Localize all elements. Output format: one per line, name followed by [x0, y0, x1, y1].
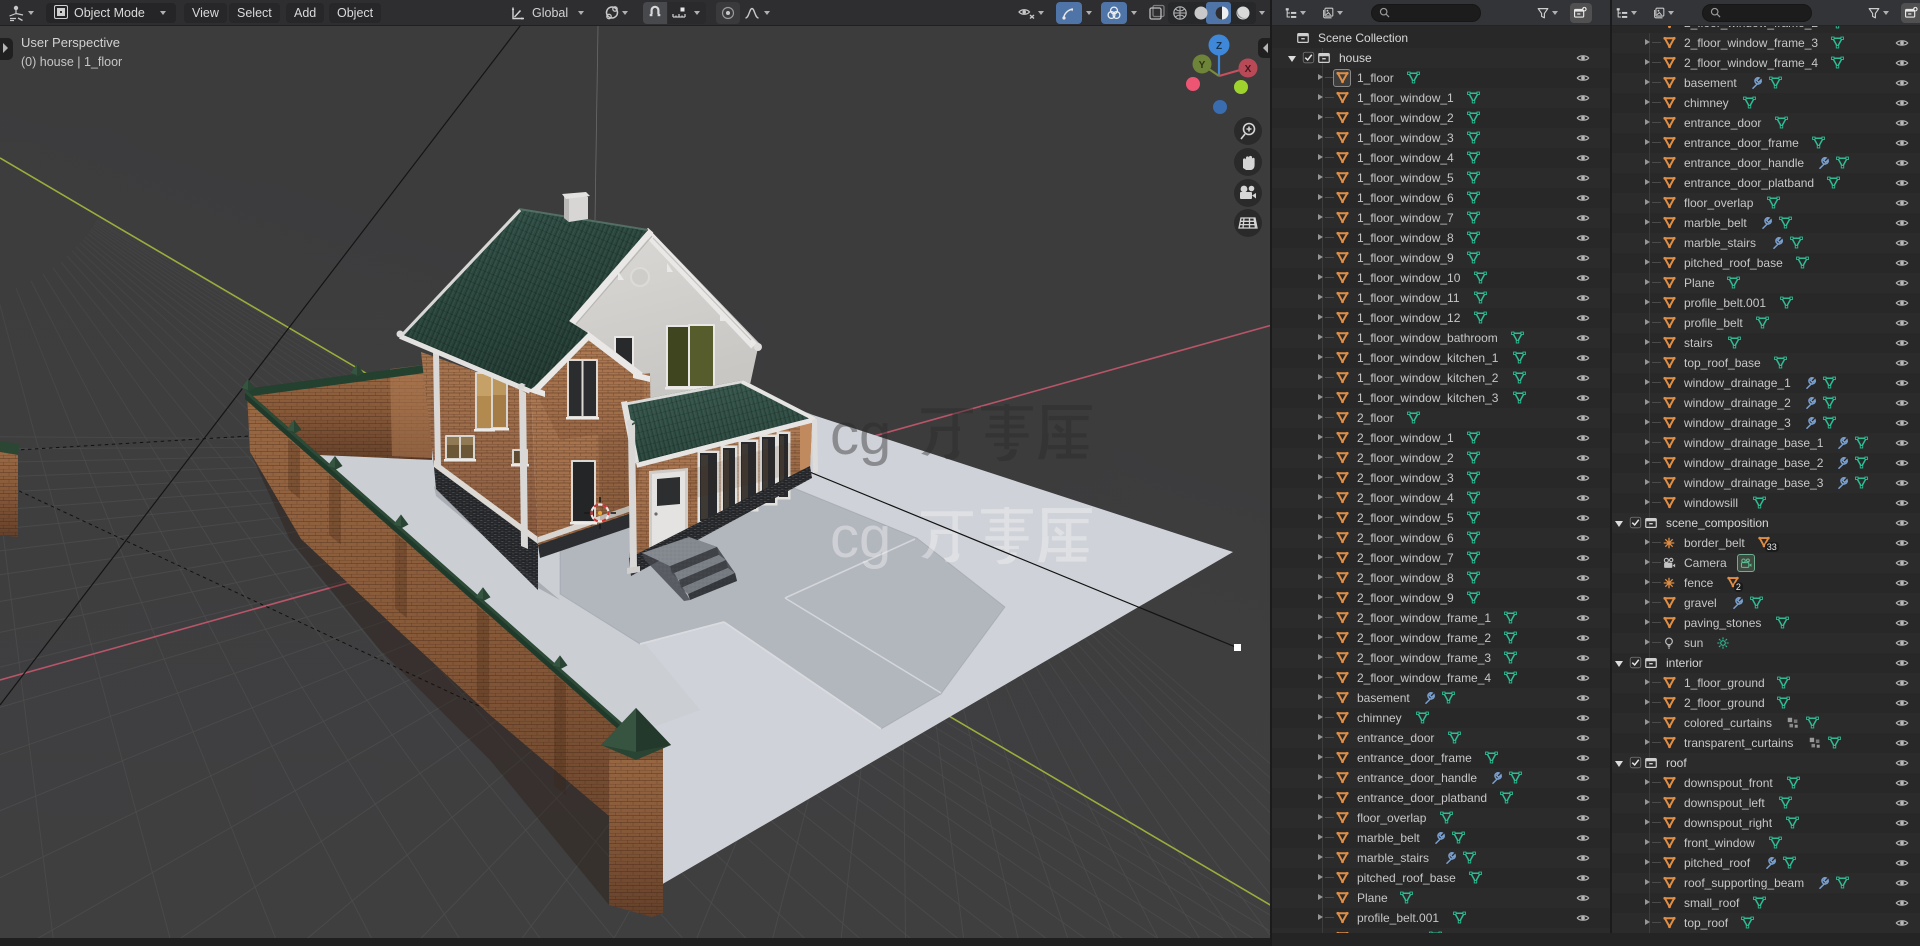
svg-text:Y: Y	[1199, 60, 1206, 71]
svg-text:cg: cg	[830, 505, 891, 570]
svg-text:X: X	[1245, 64, 1252, 75]
svg-text:Z: Z	[1216, 41, 1222, 52]
svg-text:cg: cg	[830, 402, 891, 467]
